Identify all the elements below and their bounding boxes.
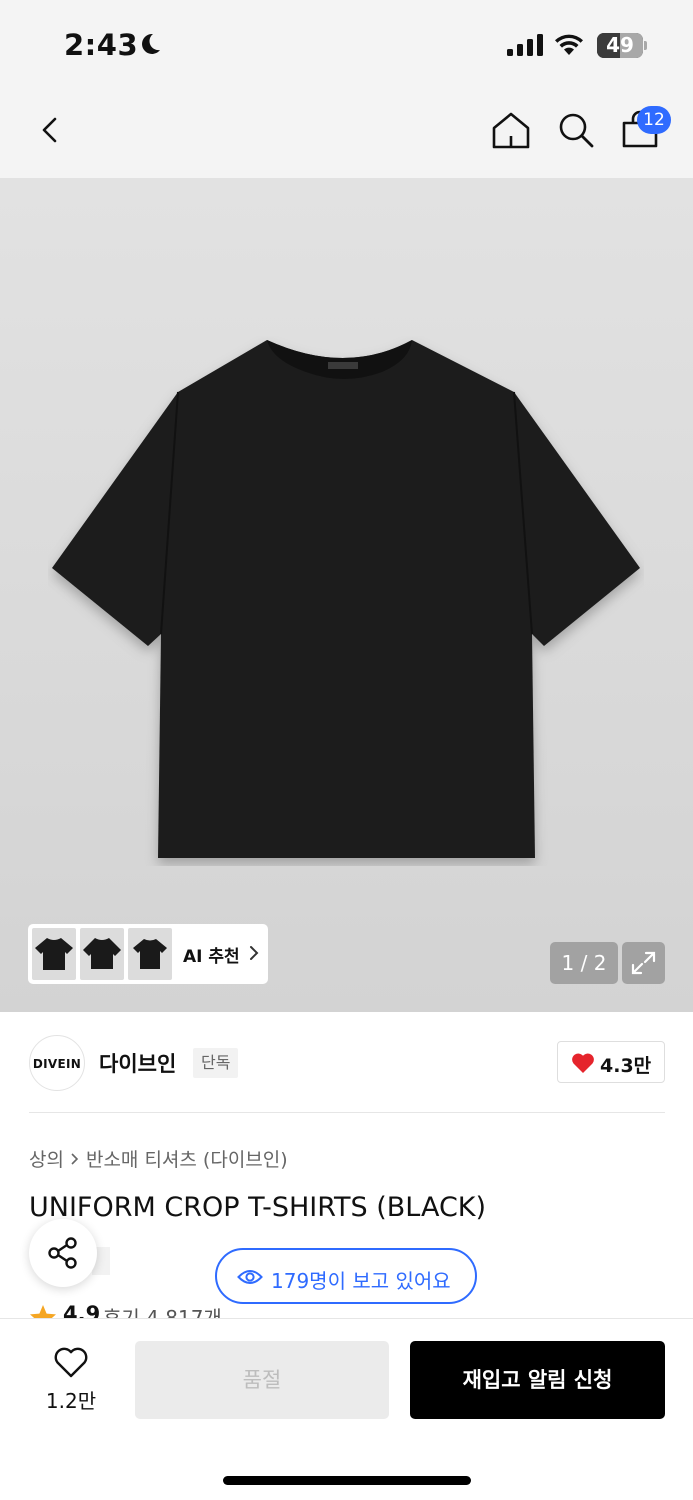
home-icon[interactable]: [490, 109, 532, 151]
product-title: UNIFORM CROP T-SHIRTS (BLACK): [29, 1192, 487, 1223]
product-image-tshirt: [52, 340, 640, 858]
home-indicator: [223, 1476, 471, 1485]
bottom-action-bar: 1.2만 품절 재입고 알림 신청: [0, 1318, 693, 1500]
breadcrumb-category[interactable]: 상의: [29, 1149, 64, 1171]
image-page-indicator: 1 / 2: [550, 942, 618, 984]
product-image-gallery[interactable]: AI 추천 1 / 2: [0, 178, 693, 1012]
breadcrumb-subcategory[interactable]: 반소매 티셔츠 (다이브인): [86, 1149, 288, 1171]
chevron-right-icon: [71, 1153, 79, 1165]
moon-icon: [142, 33, 160, 54]
brand-like-button[interactable]: 4.3만: [557, 1041, 665, 1083]
heart-outline-icon: [54, 1347, 88, 1378]
wifi-icon: [555, 34, 583, 55]
brand-like-count: 4.3만: [600, 1055, 652, 1077]
expand-icon: [631, 951, 656, 975]
brand-name[interactable]: 다이브인: [99, 1048, 176, 1078]
exclusive-badge: 단독: [193, 1048, 239, 1078]
search-icon[interactable]: [555, 109, 597, 151]
live-viewers-text: 179명이 보고 있어요: [271, 1269, 451, 1293]
share-icon: [48, 1237, 77, 1269]
restock-alert-button[interactable]: 재입고 알림 신청: [410, 1341, 665, 1419]
cellular-signal-icon: [507, 34, 543, 56]
ai-thumbnail-2[interactable]: [80, 928, 124, 980]
share-button[interactable]: [29, 1219, 97, 1287]
expand-image-button[interactable]: [622, 942, 665, 984]
ai-thumbnail-1[interactable]: [32, 928, 76, 980]
breadcrumb: 상의 반소매 티셔츠 (다이브인): [29, 1145, 288, 1172]
battery-level: 49: [606, 33, 634, 57]
top-nav-bar: [0, 92, 693, 178]
cart-count-badge: 12: [637, 106, 671, 134]
heart-filled-icon: [572, 1053, 594, 1073]
wishlist-button[interactable]: 1.2만: [28, 1345, 114, 1415]
status-bar: 2:43 49: [0, 0, 693, 92]
soldout-button: 품절: [135, 1341, 389, 1419]
battery-icon: 49: [597, 33, 643, 58]
live-viewers-badge: 179명이 보고 있어요: [215, 1248, 477, 1304]
battery-tip: [644, 41, 647, 50]
status-time: 2:43: [64, 28, 139, 62]
brand-logo[interactable]: DIVEIN: [29, 1035, 85, 1091]
eye-icon: [237, 1270, 263, 1284]
back-arrow-icon[interactable]: [30, 110, 70, 150]
divider: [29, 1112, 665, 1113]
chevron-right-icon: [250, 946, 259, 960]
ai-recommend-label: AI 추천: [183, 947, 240, 967]
wishlist-count: 1.2만: [45, 1389, 97, 1413]
ai-thumbnail-3[interactable]: [128, 928, 172, 980]
ai-recommend-button[interactable]: AI 추천: [28, 924, 268, 984]
